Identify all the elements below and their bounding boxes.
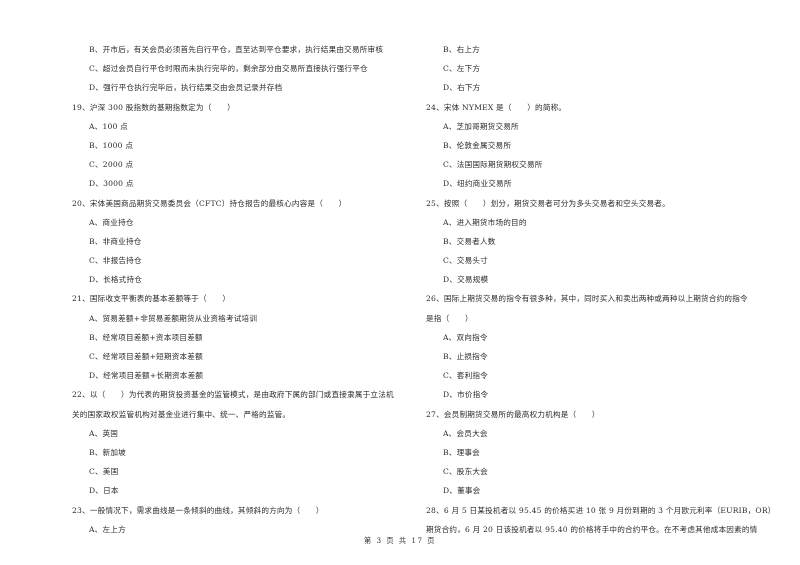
question-text: 23、一般情况下，需求曲线是一条倾斜的曲线，其倾斜的方向为（ ） — [72, 505, 324, 515]
question-text: 27、会员制期货交易所的最高权力机构是（ ） — [426, 409, 600, 419]
answer-option: A、芝加哥期货交易所 — [443, 121, 519, 131]
answer-option: C、法国国际期货期权交易所 — [443, 160, 543, 170]
answer-option: A、双向指令 — [443, 332, 488, 342]
answer-option: C、超过会员自行平仓时限而未执行完毕的，剩余部分由交易所直接执行强行平仓 — [89, 64, 368, 74]
right-column: B、右上方 C、左下方 D、右下方 24、宋体 NYMEX 是（ ）的简称。 A、芝加哥… — [426, 40, 776, 539]
answer-option: C、美国 — [89, 467, 119, 477]
answer-option: C、股东大会 — [443, 467, 488, 477]
answer-option: B、伦敦金属交易所 — [443, 140, 512, 150]
answer-option: C、非报告持仓 — [89, 256, 142, 266]
answer-option: A、贸易差额+非贸易差额期货从业资格考试培训 — [89, 313, 258, 323]
answer-option: D、右下方 — [443, 83, 481, 93]
answer-option: B、开市后，有关会员必须首先自行平仓，直至达到平仓要求，执行结果由交易所审核 — [89, 45, 384, 54]
question-text: 28、6 月 5 日某投机者以 95.45 的价格买进 10 张 9 月份到期的… — [426, 505, 776, 515]
question-text: 21、国际收支平衡表的基本差额等于（ ） — [72, 294, 231, 304]
answer-option: D、交易规模 — [443, 275, 489, 285]
question-text: 24、宋体 NYMEX 是（ ）的简称。 — [426, 102, 567, 112]
answer-option: C、左下方 — [443, 64, 481, 74]
question-text: 22、以（ ）为代表的期货投资基金的监管模式，是由政府下属的部门或直接隶属于立法… — [72, 390, 394, 400]
answer-option: D、董事会 — [443, 486, 481, 496]
left-column: B、开市后，有关会员必须首先自行平仓，直至达到平仓要求，执行结果由交易所审核 C、… — [72, 40, 412, 539]
answer-option: A、商业持仓 — [89, 217, 134, 227]
question-text-continuation: 关的国家政权监管机构对基金业进行集中、统一、严格的监管。 — [72, 409, 291, 419]
answer-option: C、套利指令 — [443, 371, 488, 381]
question-text: 26、国际上期货交易的指令有很多种，其中，同时买入和卖出两种或两种以上期货合约的… — [426, 294, 748, 304]
answer-option: A、100 点 — [89, 121, 128, 131]
answer-option: B、止损指令 — [443, 352, 488, 361]
answer-option: B、新加坡 — [89, 447, 126, 457]
answer-option: D、强行平仓执行完毕后，执行结果交由会员记录并存档 — [89, 83, 283, 93]
answer-option: B、经常项目差额+资本项目差额 — [89, 332, 203, 342]
exam-page: B、开市后，有关会员必须首先自行平仓，直至达到平仓要求，执行结果由交易所审核 C、… — [0, 0, 800, 565]
answer-option: B、右上方 — [443, 45, 480, 54]
answer-option: D、日本 — [89, 486, 119, 496]
answer-option: B、理事会 — [443, 447, 480, 457]
answer-option: A、进入期货市场的目的 — [443, 217, 527, 227]
question-text: 19、沪深 300 股指数的基期指数定为（ ） — [72, 102, 235, 112]
answer-option: B、1000 点 — [89, 140, 134, 150]
answer-option: C、2000 点 — [89, 160, 134, 170]
answer-option: D、纽约商业交易所 — [443, 179, 512, 189]
question-text: 20、宋体美国商品期货交易委员会（CFTC）持仓报告的最核心内容是（ ） — [72, 198, 347, 208]
answer-option: C、经常项目差额+短期资本差额 — [89, 352, 203, 361]
answer-option: A、英国 — [89, 428, 119, 438]
question-text-continuation: 是指（ ） — [426, 313, 473, 323]
answer-option: D、长格式持仓 — [89, 275, 143, 285]
answer-option: D、市价指令 — [443, 390, 489, 400]
page-footer: 第 3 页 共 17 页 — [364, 536, 436, 545]
answer-option: D、经常项目差额+长期资本差额 — [89, 371, 204, 381]
answer-option: B、交易者人数 — [443, 236, 496, 246]
answer-option: D、3000 点 — [89, 179, 134, 189]
answer-option: C、交易头寸 — [443, 256, 488, 266]
question-text: 25、按照（ ）划分，期货交易者可分为多头交易者和空头交易者。 — [426, 198, 670, 208]
answer-option: B、非商业持仓 — [89, 236, 142, 246]
answer-option: A、会员大会 — [443, 428, 488, 438]
